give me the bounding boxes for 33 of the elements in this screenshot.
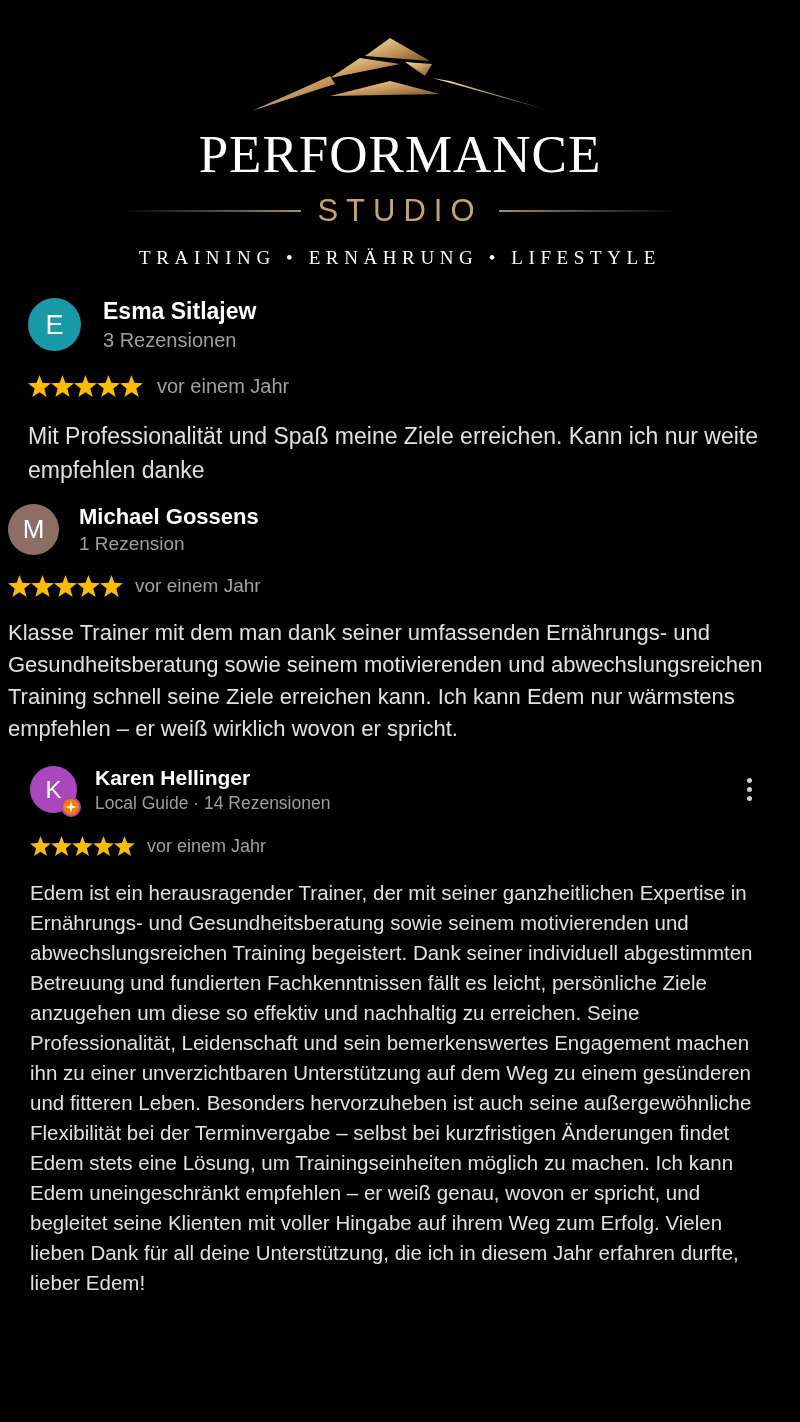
brand-title: PERFORMANCE xyxy=(198,128,602,181)
star-icon xyxy=(28,374,51,397)
star-icon xyxy=(100,575,123,598)
review-text: Mit Professionalität und Spaß meine Ziele erreichen. Kann ich nur weite empfehlen danke xyxy=(28,421,759,485)
reviewer-name: Esma Sitlajew xyxy=(103,297,257,326)
star-icon xyxy=(8,575,31,598)
star-icon xyxy=(72,836,93,857)
review-date: vor einem Jahr xyxy=(147,834,267,858)
star-icon xyxy=(120,374,143,397)
star-icon xyxy=(31,575,54,598)
review-text: Edem ist ein herausragender Trainer, der mit seiner ganzheitlichen Expertise in Ernährungs- und Gesundheitsberatung sowie seinem motivierenden und abwechslungsreichen Training begeistert. Dank seiner individuell abgestimmten Betreuung und fundierten Fachkenntnissen fällt es leicht, persönliche Ziele anzugehen um diese so effektiv und nachhaltig zu erreichen. Seine Professionalität, Leidenschaft und sein bemerkenswertes Engagement machen ihn zu einer unverzichtbaren Unterstützung auf dem Weg zu einem gesünderen und fitteren Leben. Besonders hervorzuheben ist auch seine außergewöhnliche Flexibilität bei der Terminvergabe – selbst bei kurzfristigen Änderungen findet Edem stets eine Lösung, um Trainingseinheiten möglich zu machen. Ich kann Edem uneingeschränkt empfehlen – er weiß genau, wovon er spricht, und begleitet seine Klienten mit voller Hingabe auf ihrem Weg zum Erfolg. Vielen lieben Dank für all deine Unterstützung, die ich in diesem Jahr erfahren durfte, lieber Edem! xyxy=(30,879,754,1296)
brand-tagline: TRAINING • ERNÄHRUNG • LIFESTYLE xyxy=(139,248,661,267)
reviewer-name: Michael Gossens xyxy=(79,502,259,531)
star-icon xyxy=(51,374,74,397)
avatar: E xyxy=(28,298,81,352)
avatar: M xyxy=(8,503,59,555)
review-text: Klasse Trainer mit dem man dank seiner umfassenden Ernährungs- und Gesundheitsberatung sowie seinem motivierenden und abwechslungsreichen Training schnell seine Ziele erreichen kann. Ich kann Edem nur wärmstens empfehlen – er weiß wirklich wovon er spricht. xyxy=(8,618,764,743)
review-count: 1 Rezension xyxy=(79,532,185,556)
star-icon xyxy=(77,575,100,598)
reviewer-name: Karen Hellinger xyxy=(95,764,251,791)
star-icon xyxy=(97,374,120,397)
review-count: 3 Rezensionen xyxy=(103,327,237,353)
review-date: vor einem Jahr xyxy=(135,574,261,598)
star-icon xyxy=(93,836,114,857)
review-count: Local Guide · 14 Rezensionen xyxy=(95,792,331,815)
star-icon xyxy=(114,836,135,857)
star-icon xyxy=(30,836,51,857)
star-icon xyxy=(54,575,77,598)
avatar: K xyxy=(30,766,77,814)
star-icon xyxy=(74,374,97,397)
review-date: vor einem Jahr xyxy=(157,373,290,399)
brand-subtitle: STUDIO xyxy=(317,195,483,226)
star-icon xyxy=(51,836,72,857)
